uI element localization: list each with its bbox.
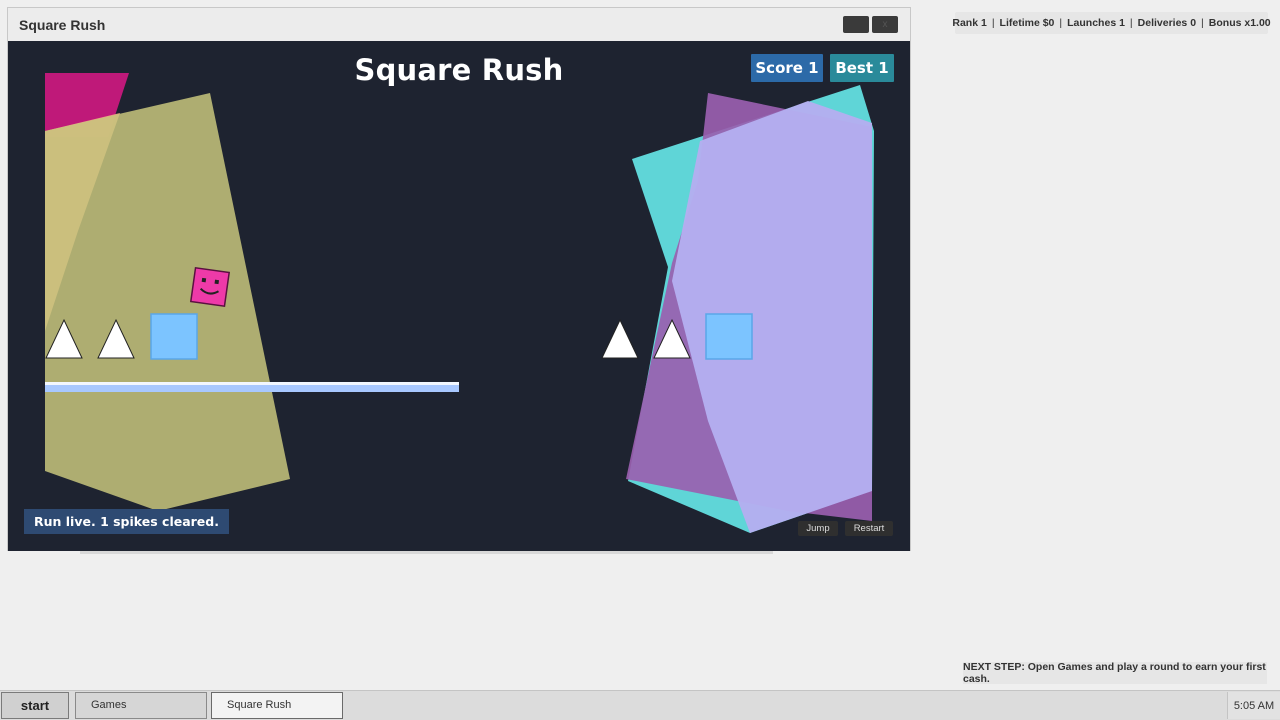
status-separator: | — [1059, 17, 1063, 29]
status-separator: | — [991, 17, 995, 29]
status-separator: | — [1201, 17, 1204, 29]
block — [150, 313, 198, 360]
status-bonus: Bonus x1.00 — [1208, 17, 1271, 29]
taskbar-clock: 5:05 AM — [1227, 692, 1280, 719]
restart-button[interactable]: Restart — [845, 521, 893, 536]
game-window: Square Rush x Square Rush Score 1 Best 1… — [7, 7, 911, 551]
status-deliveries: Deliveries 0 — [1137, 17, 1197, 29]
minimize-button[interactable] — [843, 16, 869, 33]
taskbar: start Games Square Rush 5:05 AM — [0, 690, 1280, 720]
game-canvas[interactable]: Square Rush Score 1 Best 1 Run live. 1 s… — [8, 41, 910, 551]
game-scene — [45, 73, 874, 533]
next-step-hint: NEXT STEP: Open Games and play a round t… — [963, 661, 1267, 685]
close-icon: x — [882, 19, 888, 30]
start-button[interactable]: start — [1, 692, 69, 719]
status-separator: | — [1129, 17, 1133, 29]
status-lifetime: Lifetime $0 — [999, 17, 1055, 29]
taskbar-item-square-rush[interactable]: Square Rush — [211, 692, 343, 719]
status-message: Run live. 1 spikes cleared. — [24, 509, 229, 534]
status-bar: Rank 1 | Lifetime $0 | Launches 1 | Deli… — [952, 12, 1271, 34]
player-square — [189, 266, 231, 308]
bg-shape-olive — [45, 93, 290, 511]
status-launches: Launches 1 — [1067, 17, 1125, 29]
window-title: Square Rush — [19, 16, 106, 33]
window-titlebar[interactable]: Square Rush x — [8, 8, 910, 41]
status-rank: Rank 1 — [952, 17, 987, 29]
best-score-display: Best 1 — [830, 54, 894, 82]
block — [705, 313, 753, 360]
close-button[interactable]: x — [872, 16, 898, 33]
taskbar-item-games[interactable]: Games — [75, 692, 207, 719]
platform-bar-edge — [45, 382, 459, 385]
window-scrollbar[interactable] — [80, 551, 773, 554]
jump-button[interactable]: Jump — [798, 521, 838, 536]
score-display: Score 1 — [751, 54, 823, 82]
spike — [601, 318, 639, 359]
